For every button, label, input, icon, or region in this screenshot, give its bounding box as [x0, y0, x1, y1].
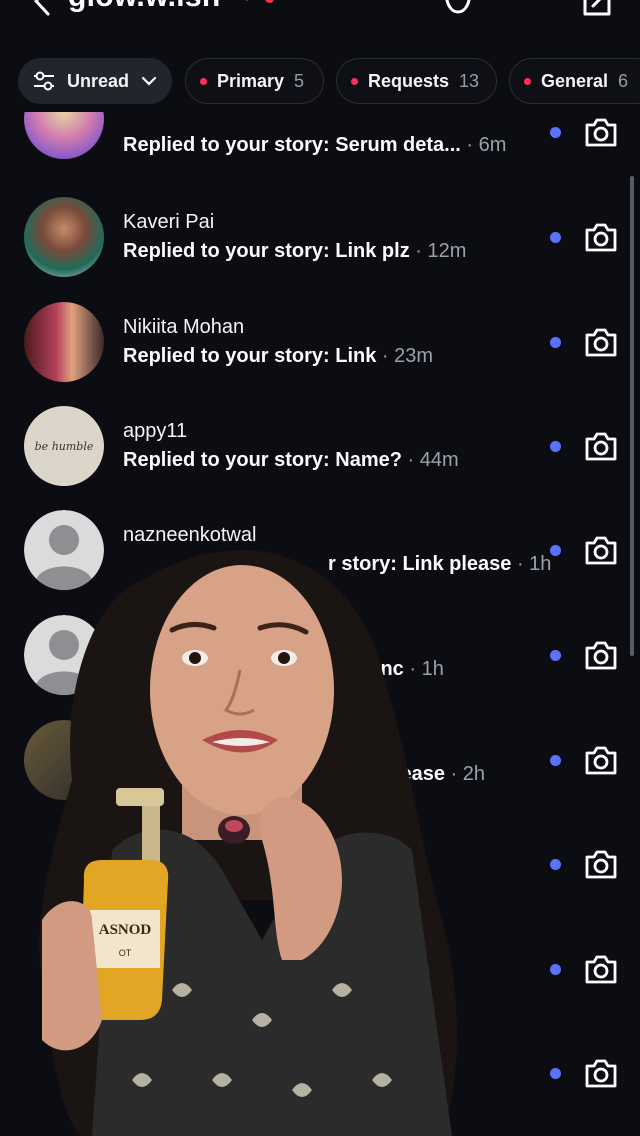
new-indicator-dot — [524, 77, 531, 85]
camera-icon[interactable] — [583, 1057, 619, 1089]
chevron-down-icon — [141, 76, 157, 86]
unread-dot — [550, 545, 561, 556]
primary-tab-label: Primary — [217, 70, 285, 91]
list-item[interactable]: be humble appy11 Replied to your story: … — [0, 406, 640, 510]
camera-icon[interactable] — [583, 848, 619, 880]
camera-icon[interactable] — [583, 430, 619, 462]
camera-icon[interactable] — [583, 639, 619, 671]
general-tab-label: General — [541, 70, 609, 91]
requests-tab-label: Requests — [368, 70, 450, 91]
avatar — [24, 197, 104, 277]
top-bar: glow.w.ish — [0, 0, 640, 40]
unread-dot — [550, 755, 561, 766]
requests-tab[interactable]: Requests 13 — [336, 58, 497, 104]
camera-icon[interactable] — [583, 221, 619, 253]
scrollbar[interactable] — [630, 176, 634, 656]
unread-dot — [550, 964, 561, 975]
general-tab[interactable]: General 6 — [509, 58, 640, 104]
list-item[interactable]: Replied to your story: Serum deta... · 6… — [0, 112, 640, 176]
back-arrow-icon[interactable] — [30, 0, 54, 16]
message-preview: Replied to your story: Serum deta... · 6… — [123, 134, 507, 156]
message-preview: Replied to your story: Link · 23m — [123, 345, 434, 367]
general-tab-count: 6 — [618, 70, 629, 91]
unread-dot — [550, 650, 561, 661]
camera-icon[interactable] — [583, 744, 619, 776]
unread-dot — [550, 859, 561, 870]
conversation-name: Nikiita Mohan — [123, 316, 245, 338]
compose-icon[interactable] — [582, 0, 614, 18]
unread-dot — [550, 127, 561, 138]
message-preview: Replied to your story: Name? · 44m — [123, 449, 459, 471]
unread-filter-button[interactable]: Unread — [18, 58, 172, 104]
avatar-text: be humble — [34, 439, 94, 453]
camera-icon[interactable] — [583, 116, 619, 148]
unread-dot — [550, 337, 561, 348]
avatar — [24, 112, 104, 159]
message-preview: Replied to your story: Link plz · 12m — [123, 240, 467, 262]
primary-tab[interactable]: Primary 5 — [185, 58, 324, 104]
bottle-brand-label: ASNOD — [99, 922, 152, 938]
unread-dot — [550, 232, 561, 243]
list-item[interactable]: Kaveri Pai Replied to your story: Link p… — [0, 197, 640, 301]
conversation-name: appy11 — [123, 420, 188, 442]
primary-tab-count: 5 — [294, 70, 305, 91]
avatar — [24, 302, 104, 382]
presenter-overlay: ASNOD OT — [39, 550, 457, 1136]
account-name[interactable]: glow.w.ish — [68, 0, 220, 14]
new-indicator-dot — [351, 77, 358, 85]
unread-dot — [550, 1068, 561, 1079]
avatar: be humble — [24, 406, 104, 486]
list-item[interactable]: Nikiita Mohan Replied to your story: Lin… — [0, 302, 640, 406]
camera-icon[interactable] — [583, 534, 619, 566]
camera-icon[interactable] — [583, 326, 619, 358]
camera-icon[interactable] — [583, 953, 619, 985]
unread-filter-label: Unread — [66, 70, 129, 91]
bottle-code-label: OT — [119, 948, 132, 958]
sliders-icon — [33, 71, 54, 91]
chevron-down-icon[interactable] — [240, 0, 254, 4]
activity-icon[interactable] — [442, 0, 474, 18]
unread-dot — [550, 441, 561, 452]
more-icon[interactable] — [515, 0, 547, 18]
conversation-name: Kaveri Pai — [123, 211, 215, 233]
notification-dot — [265, 0, 274, 3]
inbox-filters: Unread Primary 5 Requests 13 General 6 — [0, 58, 640, 106]
requests-tab-count: 13 — [459, 70, 480, 91]
new-indicator-dot — [200, 77, 207, 85]
